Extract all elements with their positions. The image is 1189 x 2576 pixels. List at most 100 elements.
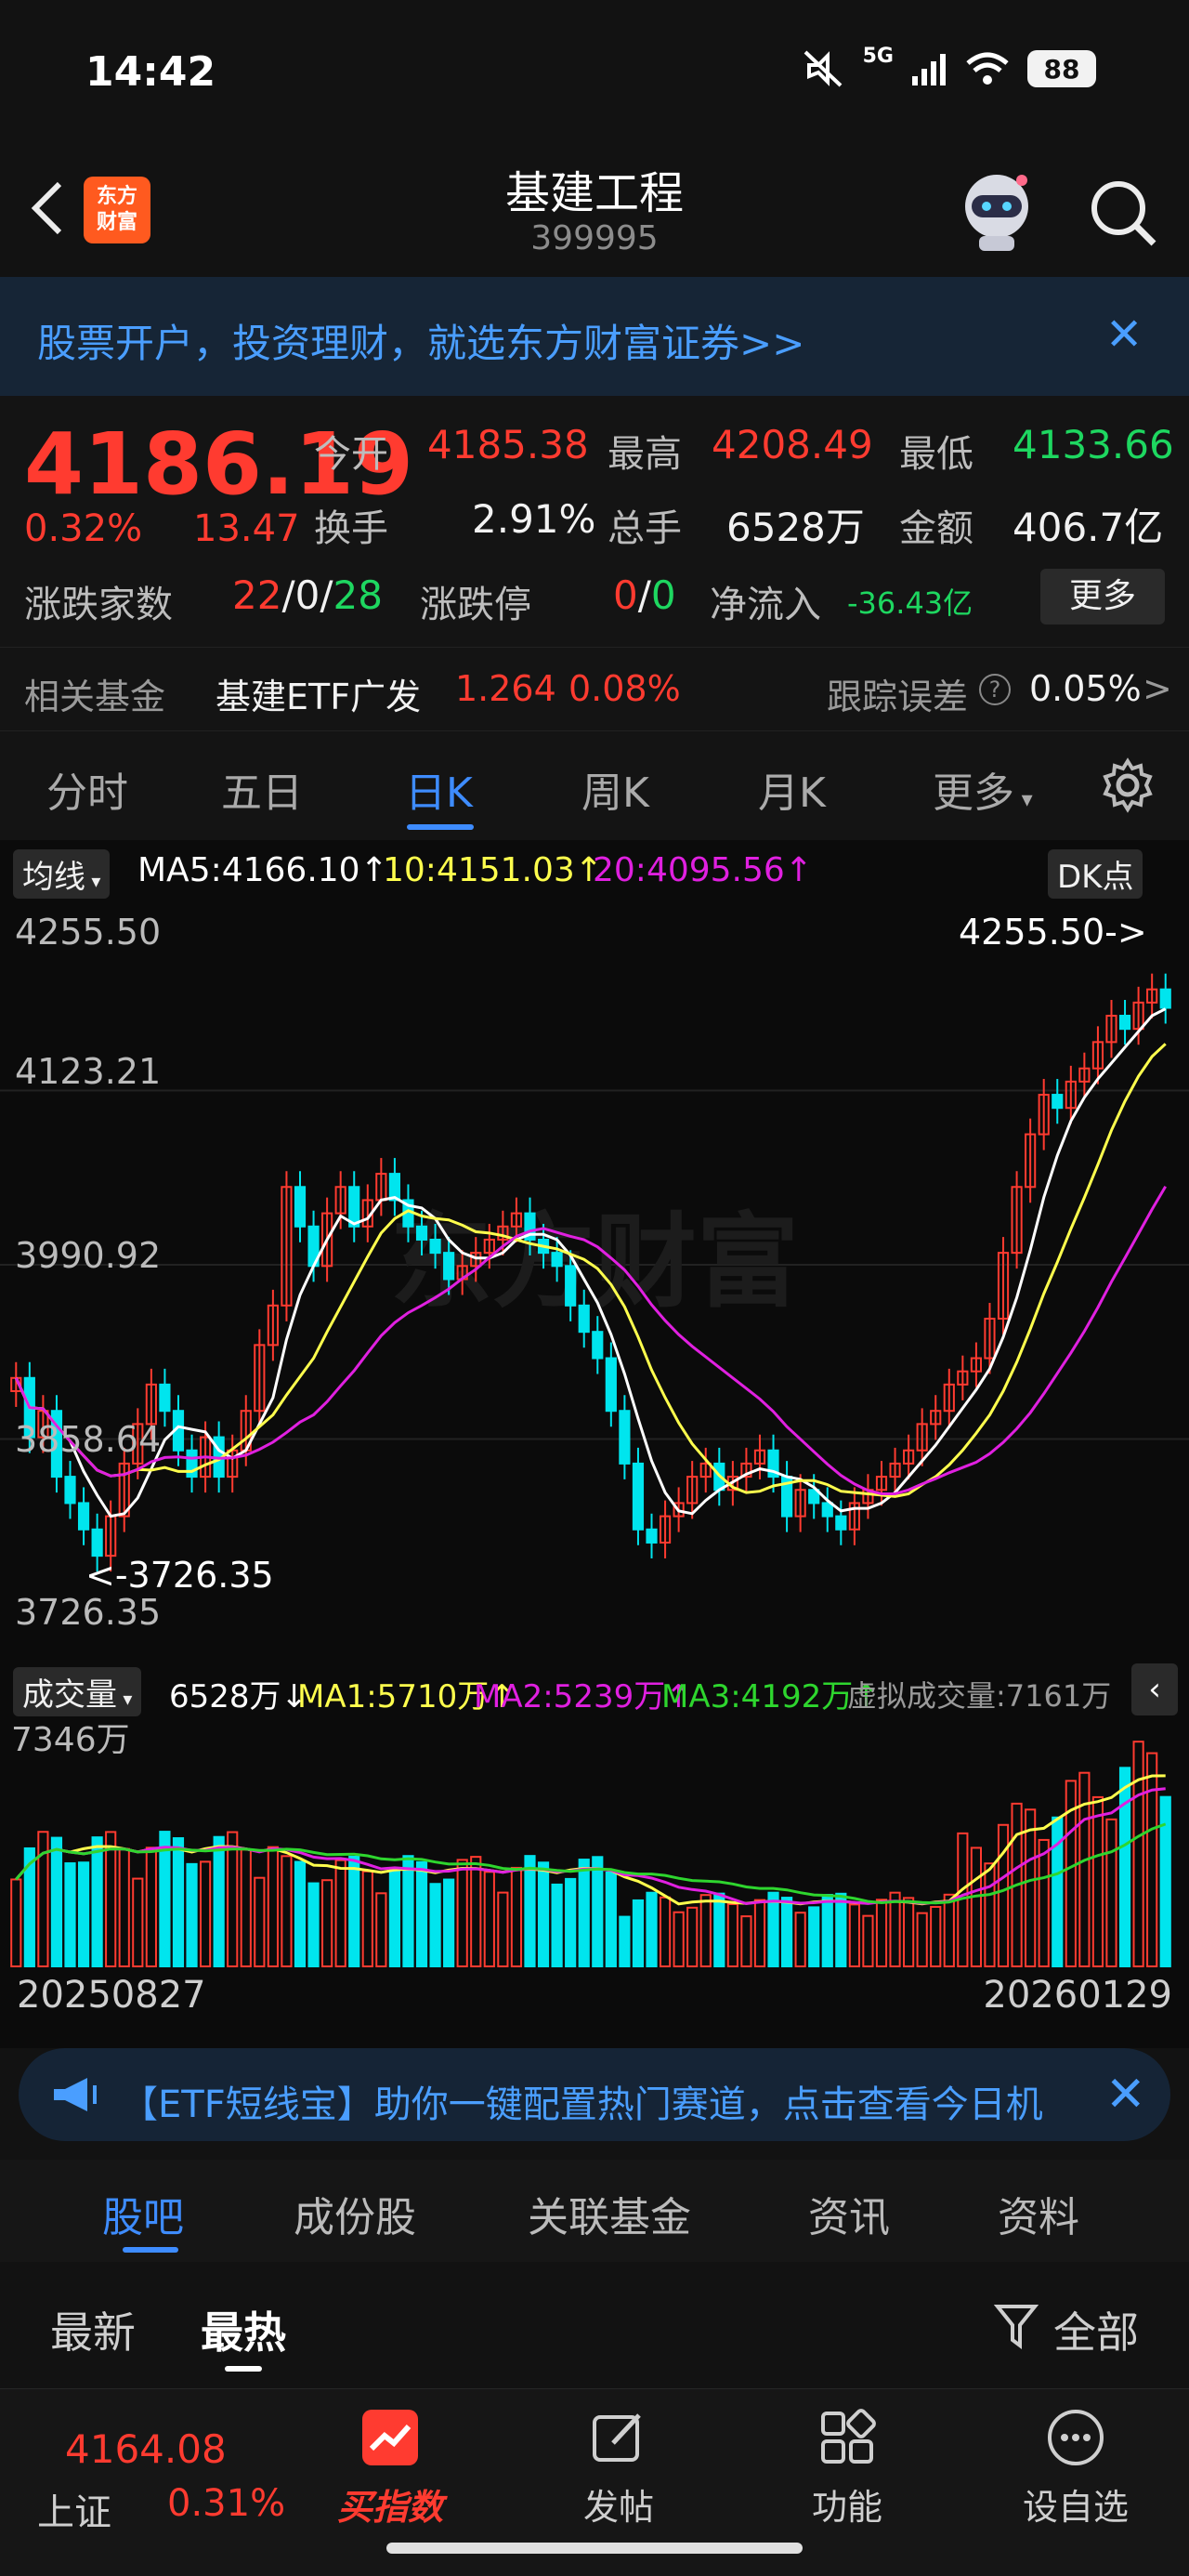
y-axis-l3: 3990.92	[15, 1235, 161, 1276]
candle	[429, 1238, 441, 1255]
sort-latest[interactable]: 最新	[50, 2299, 136, 2360]
content-tabs: 股吧 成份股 关联基金 资讯 资料	[0, 2160, 1189, 2262]
ma-selector[interactable]: 均线 ▾	[13, 849, 111, 899]
volume-bar	[348, 1855, 360, 1967]
limit-down: 0	[650, 572, 676, 618]
nav-add-watchlist[interactable]: 设自选	[992, 2408, 1159, 2530]
volume-bar	[91, 1836, 103, 1967]
y-axis-min: 3726.35	[15, 1592, 161, 1632]
period-tabs: 分时 五日 日K 周K 月K 更多 ▾	[0, 730, 1189, 840]
dk-point-button[interactable]: DK点	[1048, 849, 1143, 899]
nav-functions[interactable]: 功能	[764, 2408, 931, 2530]
settings-gear-icon[interactable]	[1100, 757, 1156, 813]
volume-bar	[227, 1831, 239, 1967]
etf-promo-bar[interactable]: 【ETF短线宝】助你一键配置热门赛道，点击查看今日机 ✕	[19, 2048, 1170, 2141]
signal-icon	[912, 54, 946, 85]
tab-daily-k[interactable]: 日K	[405, 759, 473, 819]
tab-weekly-k[interactable]: 周K	[581, 759, 649, 819]
volume-bar	[848, 1903, 860, 1967]
ma-indicator-bar: 均线 ▾ MA5:4166.10↑ 10:4151.03↑ 20:4095.56…	[0, 840, 1189, 899]
trend-up-icon	[362, 2410, 418, 2465]
volume-bar	[794, 1912, 806, 1967]
filter-all[interactable]: 全部	[1053, 2299, 1139, 2360]
volume-chart[interactable]: 7346万	[0, 1704, 1189, 1974]
amount-value: 406.7亿	[1013, 505, 1164, 550]
tracking-error-label: 跟踪误差	[827, 677, 969, 717]
search-icon[interactable]	[1085, 175, 1159, 249]
amount-label: 金额	[899, 507, 973, 550]
open-label: 今开	[314, 433, 388, 476]
volume-bar	[402, 1855, 414, 1967]
tab-guba[interactable]: 股吧	[102, 2184, 184, 2243]
open-value: 4185.38	[427, 422, 589, 467]
limit-up: 0	[613, 572, 638, 618]
nav-add-watchlist-label: 设自选	[1022, 2487, 1129, 2528]
tab-monthly-k[interactable]: 月K	[758, 759, 826, 819]
volume-bar	[64, 1862, 76, 1968]
volume-bar	[281, 1855, 293, 1967]
y-axis-l4: 3858.64	[15, 1419, 161, 1460]
volume-bar	[213, 1835, 225, 1967]
max-marker: 4255.50->	[959, 912, 1147, 953]
top-nav: 东方 财富 基建工程 399995	[0, 149, 1189, 277]
volume-bar	[578, 1859, 590, 1967]
kline-chart[interactable]: 东方财富 4255.50 4123.21 3990.92 3858.64 372…	[0, 898, 1189, 1632]
candle	[64, 1476, 76, 1505]
close-icon[interactable]: ✕	[1105, 309, 1143, 361]
low-label: 最低	[899, 433, 973, 476]
breadth-up: 22	[232, 572, 282, 618]
status-bar: 14:42 5G 88	[0, 0, 1189, 149]
volume-bar	[159, 1831, 171, 1967]
volume-bar	[456, 1859, 468, 1968]
change-percent: 0.32%	[24, 507, 143, 550]
banner-text[interactable]: 股票开户，投资理财，就选东方财富证券>>	[37, 312, 804, 369]
tab-related-funds[interactable]: 关联基金	[528, 2184, 691, 2243]
sort-hot[interactable]: 最热	[201, 2299, 286, 2360]
tab-more[interactable]: 更多 ▾	[933, 759, 1033, 819]
nav-buy-index[interactable]: 买指数	[307, 2408, 474, 2530]
volume-indicator-bar: 成交量 ▾ 6528万↓ MA1:5710万↑ MA2:5239万↑ MA3:4…	[0, 1630, 1189, 1716]
chevron-right-icon[interactable]: >	[1143, 668, 1172, 709]
fund-name[interactable]: 基建ETF广发	[216, 668, 421, 719]
candle	[1118, 1015, 1131, 1031]
close-icon[interactable]: ✕	[1105, 2067, 1146, 2123]
volume-bar	[415, 1860, 428, 1967]
inflow-value: -36.43亿	[847, 585, 973, 621]
related-fund-row[interactable]: 相关基金 基建ETF广发 1.264 0.08% 跟踪误差 ? 0.05% >	[0, 647, 1189, 730]
volume-bar	[1118, 1767, 1131, 1967]
help-icon[interactable]: ?	[979, 674, 1011, 705]
candle	[632, 1462, 645, 1531]
volume-bar	[240, 1848, 252, 1967]
sh-index-value[interactable]: 4164.08	[65, 2426, 227, 2472]
tab-news[interactable]: 资讯	[808, 2184, 890, 2243]
volume-bar	[537, 1861, 550, 1968]
candle	[551, 1252, 563, 1268]
account-banner[interactable]: 股票开户，投资理财，就选东方财富证券>> ✕	[0, 277, 1189, 396]
more-button[interactable]: 更多	[1040, 569, 1165, 624]
volume-bar	[930, 1905, 942, 1967]
volume-bar	[267, 1846, 279, 1967]
volume-bar	[199, 1860, 212, 1967]
candle	[91, 1528, 103, 1557]
candle	[835, 1515, 847, 1531]
volume-bar	[483, 1871, 495, 1968]
tab-more-label: 更多	[933, 769, 1014, 817]
volume-bar	[497, 1891, 509, 1967]
filter-icon[interactable]	[994, 2303, 1039, 2351]
tab-constituents[interactable]: 成份股	[294, 2184, 416, 2243]
robot-assistant-icon[interactable]	[955, 167, 1039, 253]
tab-profile[interactable]: 资料	[998, 2184, 1079, 2243]
volume-bar	[821, 1893, 833, 1968]
volume-bar	[1146, 1752, 1158, 1968]
promo-text[interactable]: 【ETF短线宝】助你一键配置热门赛道，点击查看今日机	[121, 2074, 1050, 2128]
more-dots-icon	[1048, 2410, 1104, 2465]
tab-intraday[interactable]: 分时	[46, 759, 128, 819]
kline-chart-area[interactable]: 均线 ▾ MA5:4166.10↑ 10:4151.03↑ 20:4095.56…	[0, 840, 1189, 2048]
tab-five-day[interactable]: 五日	[221, 759, 303, 819]
sh-index-name[interactable]: 上证	[37, 2482, 111, 2536]
nav-post[interactable]: 发帖	[535, 2408, 702, 2530]
volume-bar	[780, 1897, 793, 1967]
home-indicator[interactable]	[386, 2543, 803, 2554]
megaphone-icon	[54, 2078, 97, 2111]
volume-bar	[510, 1866, 523, 1968]
